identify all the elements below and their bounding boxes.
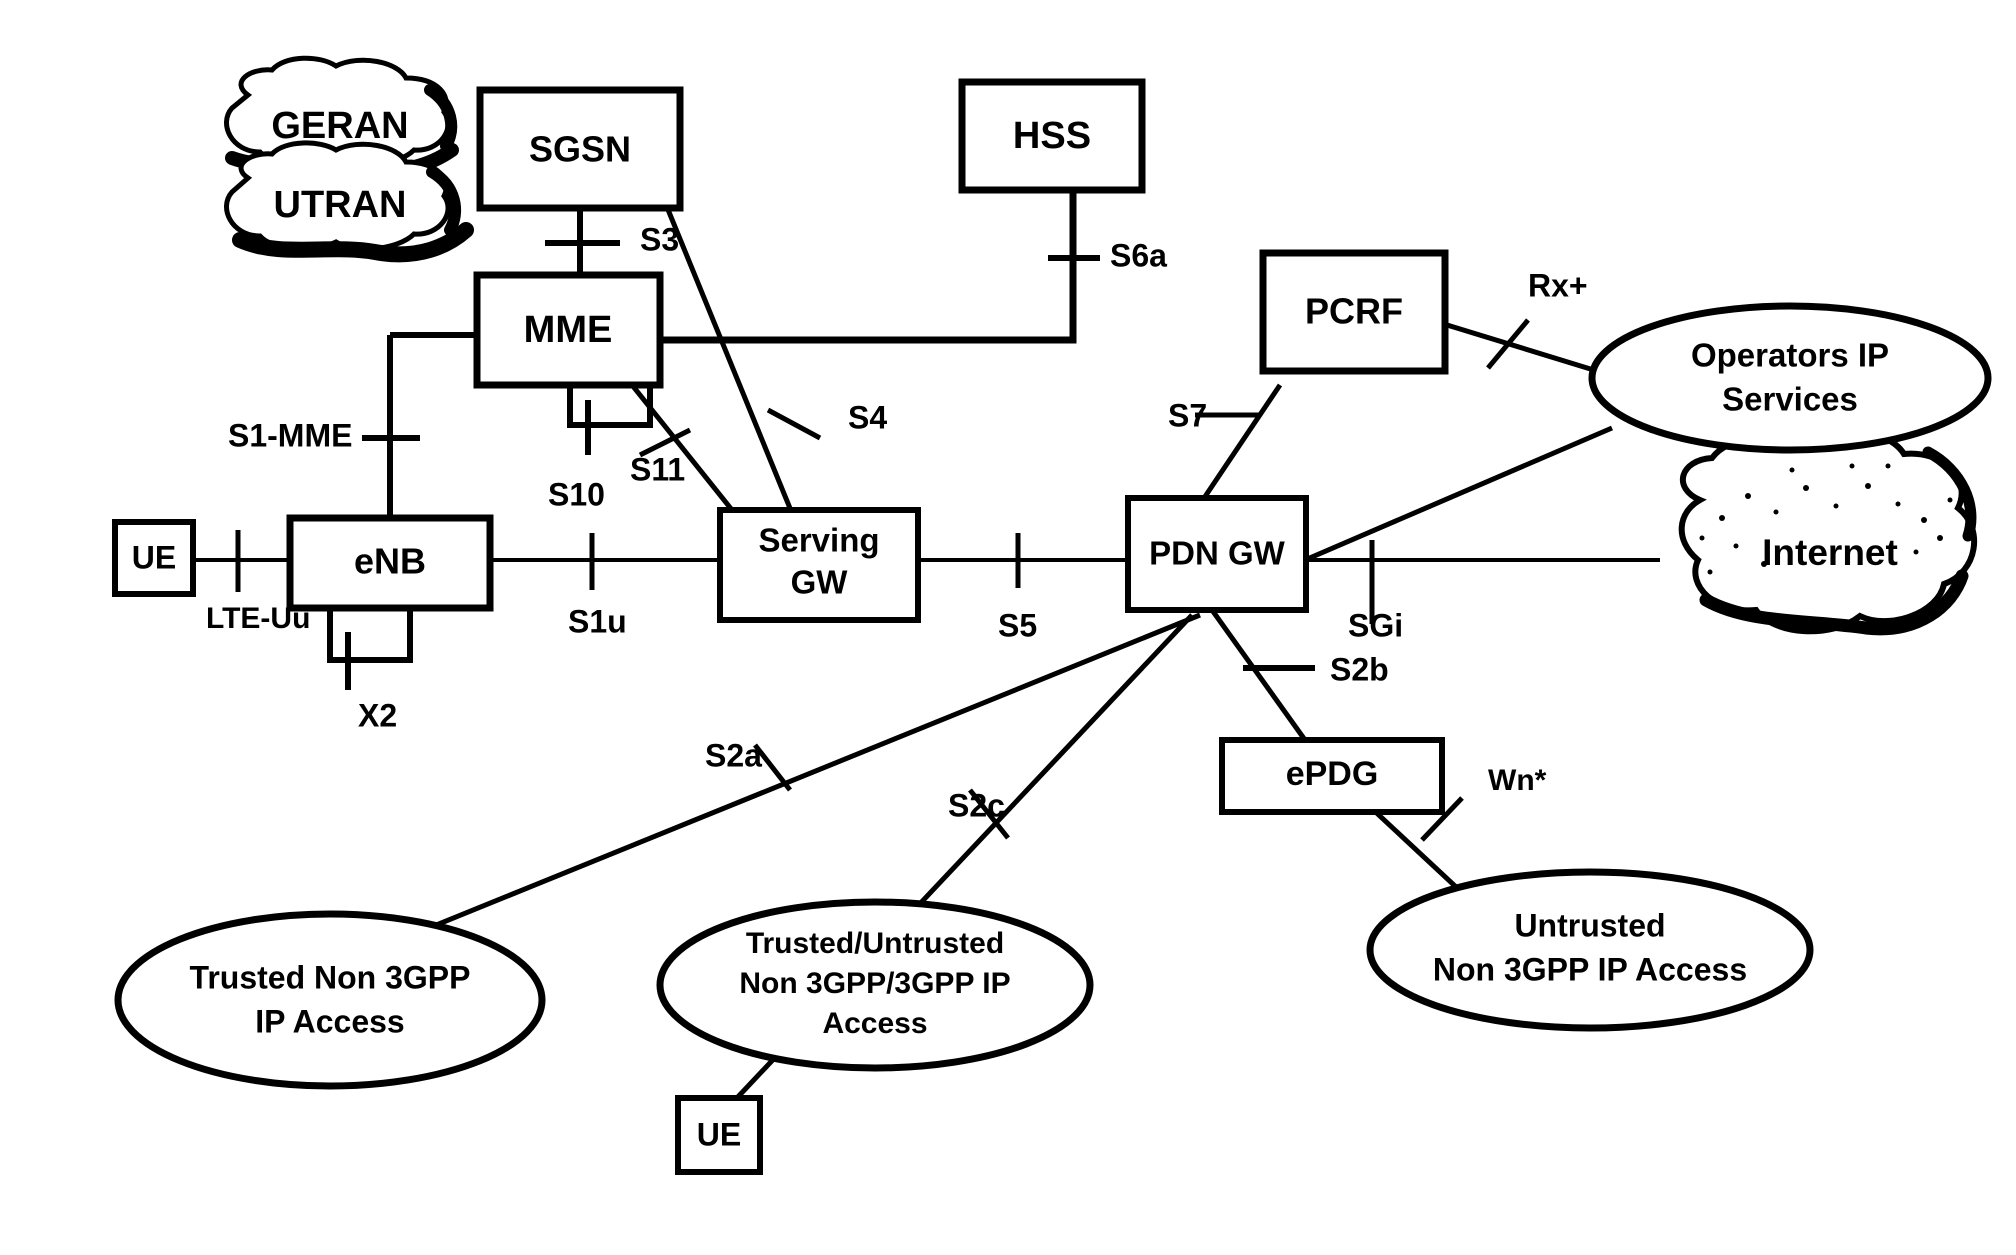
node-untrusted-non3gpp-label-1: Untrusted: [1514, 907, 1665, 943]
node-geran-label: GERAN: [271, 105, 408, 147]
iface-label-s5: S5: [998, 607, 1037, 643]
node-trusted-untrusted-label-1: Trusted/Untrusted: [746, 927, 1004, 960]
iface-label-s7: S7: [1168, 397, 1207, 433]
link-x2-loop: [327, 608, 413, 663]
node-enb-label: eNB: [354, 541, 426, 582]
node-ue-bottom-label: UE: [697, 1116, 741, 1152]
iface-label-s2b: S2b: [1330, 651, 1389, 687]
node-serving-gw-label-2: GW: [791, 564, 849, 601]
diagram-canvas: SGSN HSS MME PCRF UE eNB Serving GW PDN …: [112, 55, 1992, 1175]
link-s6a: [660, 190, 1077, 344]
iface-label-s4: S4: [848, 399, 887, 435]
node-operators-ip-ellipse: [1588, 302, 1992, 454]
node-hss-label: HSS: [1013, 115, 1091, 157]
iface-label-sgi: SGi: [1348, 607, 1403, 643]
link-s2b: [1209, 608, 1308, 742]
node-utran-label: UTRAN: [274, 184, 407, 226]
iface-label-s1u: S1u: [568, 603, 627, 639]
node-ue-left-label: UE: [132, 539, 176, 575]
node-trusted-non3gpp-ellipse: [114, 910, 546, 1090]
iface-label-x2: X2: [358, 697, 397, 733]
node-pcrf-label: PCRF: [1305, 291, 1403, 332]
iface-label-s2c: S2c: [948, 787, 1005, 823]
tick-s4: [766, 407, 822, 441]
link-s4: [657, 189, 808, 546]
node-mme-label: MME: [524, 309, 613, 351]
node-operators-ip-label-2: Services: [1722, 381, 1858, 418]
iface-label-s11: S11: [630, 451, 685, 487]
node-sgsn-label: SGSN: [529, 129, 631, 170]
node-trusted-non3gpp-label-2: IP Access: [255, 1003, 404, 1039]
iface-label-rxplus: Rx+: [1528, 267, 1588, 303]
node-trusted-untrusted-label-3: Access: [822, 1007, 927, 1040]
link-rxplus: [1446, 322, 1611, 378]
iface-label-s1mme: S1-MME: [228, 417, 352, 453]
iface-label-lteuu: LTE-Uu: [206, 602, 310, 635]
node-trusted-non3gpp-label-1: Trusted Non 3GPP: [190, 959, 471, 995]
node-epdg-label: ePDG: [1286, 755, 1379, 793]
link-operators-pdngw: [1304, 425, 1613, 563]
network-architecture-diagram: SGSN HSS MME PCRF UE eNB Serving GW PDN …: [0, 0, 2016, 1255]
iface-label-s2a: S2a: [705, 737, 762, 773]
node-serving-gw-label-1: Serving: [758, 522, 879, 559]
node-pdn-gw-label: PDN GW: [1149, 535, 1286, 572]
node-trusted-untrusted-label-2: Non 3GPP/3GPP IP: [739, 967, 1010, 1000]
iface-label-s10: S10: [548, 476, 605, 512]
iface-label-s6a: S6a: [1110, 237, 1167, 273]
tick-rxplus: [1486, 318, 1530, 370]
node-untrusted-non3gpp-ellipse: [1366, 868, 1814, 1032]
node-operators-ip-label-1: Operators IP: [1691, 337, 1889, 374]
iface-label-wnstar: Wn*: [1488, 764, 1547, 797]
iface-label-s3: S3: [640, 221, 679, 257]
node-untrusted-non3gpp-label-2: Non 3GPP IP Access: [1433, 951, 1747, 987]
node-internet-label: Internet: [1762, 532, 1898, 573]
link-s7: [1193, 383, 1283, 512]
